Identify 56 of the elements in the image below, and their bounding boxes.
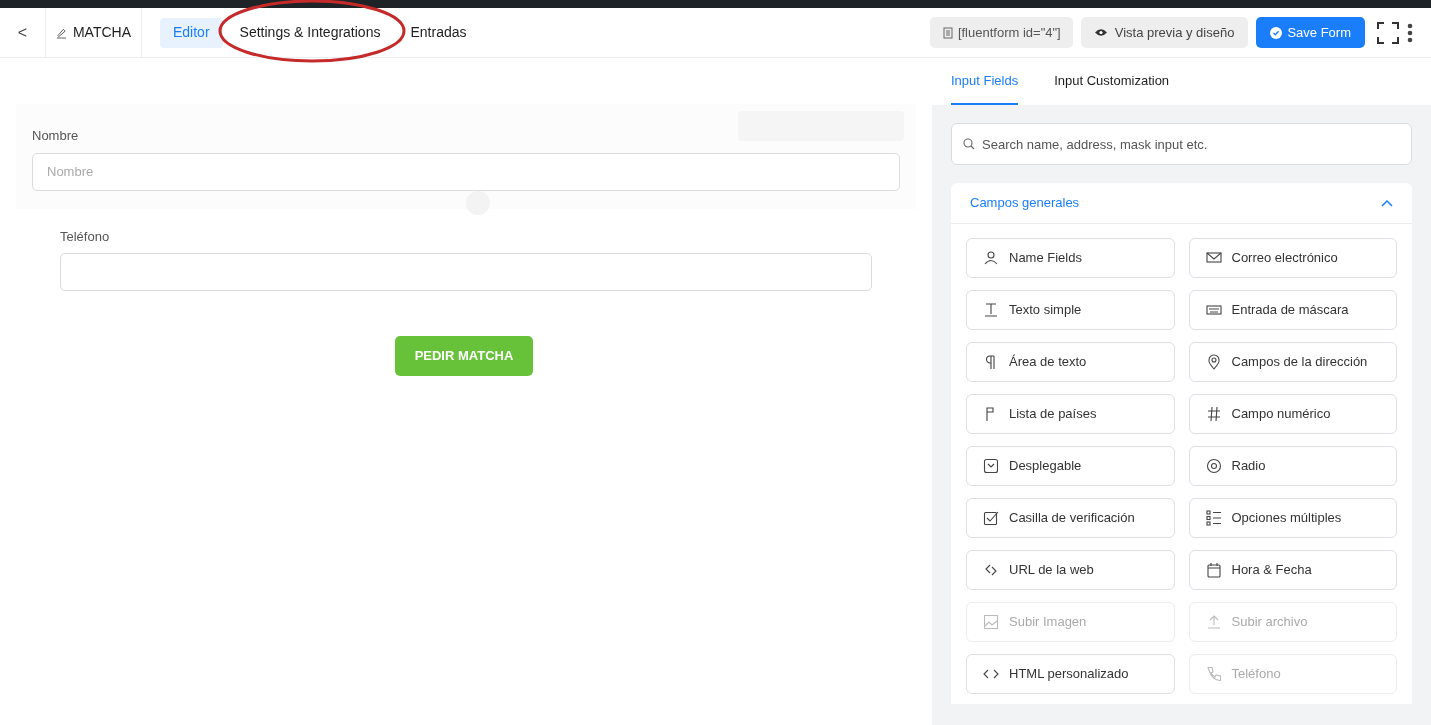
dropdown-icon [983,458,999,474]
eye-icon [1094,28,1107,37]
save-form-button[interactable]: Save Form [1256,17,1365,48]
section-header[interactable]: Campos generales [951,183,1412,224]
field-type-button[interactable]: Opciones múltiples [1188,498,1397,538]
preview-button[interactable]: Vista previa y diseño [1080,17,1249,48]
panel-tab[interactable]: Input Fields [951,58,1019,105]
field-label: Nombre [32,127,80,145]
list-icon [1205,510,1222,526]
field-type-button[interactable]: Casilla de verificación [966,498,1175,538]
section-title: Campos generales [970,194,1080,213]
field-label: Teléfono [60,227,111,246]
field-type-button[interactable]: Texto simple [966,290,1175,330]
upload-icon [1205,614,1222,630]
calendar-icon [1205,562,1222,578]
copy-icon [941,26,953,39]
add-field-icon[interactable] [466,190,490,215]
field-type-button[interactable]: Campos de la dirección [1188,342,1397,382]
field-type-button[interactable]: URL de la web [966,550,1175,590]
tab[interactable]: Settings & Integrations [226,17,394,48]
shortcode-text: [fluentform id="4"] [957,23,1061,42]
map-pin-icon [1205,354,1222,370]
envelope-icon [1205,250,1222,266]
panel-tab[interactable]: Input Customization [1054,58,1170,105]
field-type-button[interactable]: Área de texto [966,342,1175,382]
shortcode-button[interactable]: [fluentform id="4"] [929,17,1073,48]
field-type-button[interactable]: Hora & Fecha [1188,550,1397,590]
field-type-button[interactable]: Desplegable [966,446,1175,486]
field-type-button[interactable]: Entrada de máscara [1188,290,1397,330]
search-icon [963,138,975,150]
check-circle-icon [1270,26,1283,39]
field-type-button[interactable]: HTML personalizado [966,654,1175,694]
field-type-button[interactable]: Correo electrónico [1188,238,1397,278]
field-type-button[interactable]: Campo numérico [1188,394,1397,434]
search-field[interactable]: Search name, address, mask input etc. [951,123,1412,165]
fullscreen-icon[interactable] [1377,21,1399,44]
text-input-field[interactable]: Nombre [32,152,900,191]
person-icon [983,250,999,266]
form-name: MATCHA [72,23,131,42]
checkbox-icon [983,510,999,526]
radio-icon [1205,458,1222,474]
tab[interactable]: Entradas [397,17,480,48]
pencil-icon [56,26,67,39]
more-icon[interactable] [1407,22,1413,43]
text-cursor-icon [983,302,999,318]
hash-icon [1205,406,1222,422]
text-input-field[interactable] [60,253,872,291]
field-type-button[interactable]: Lista de países [966,394,1175,434]
phone-icon [1205,666,1222,682]
field-type-button[interactable]: Name Fields [966,238,1175,278]
save-form-label: Save Form [1287,23,1351,42]
keyboard-icon [1205,302,1222,318]
back-button[interactable]: < [0,8,46,57]
preview-label: Vista previa y diseño [1114,23,1235,42]
field-type-button[interactable]: Radio [1188,446,1397,486]
image-icon [983,614,999,630]
